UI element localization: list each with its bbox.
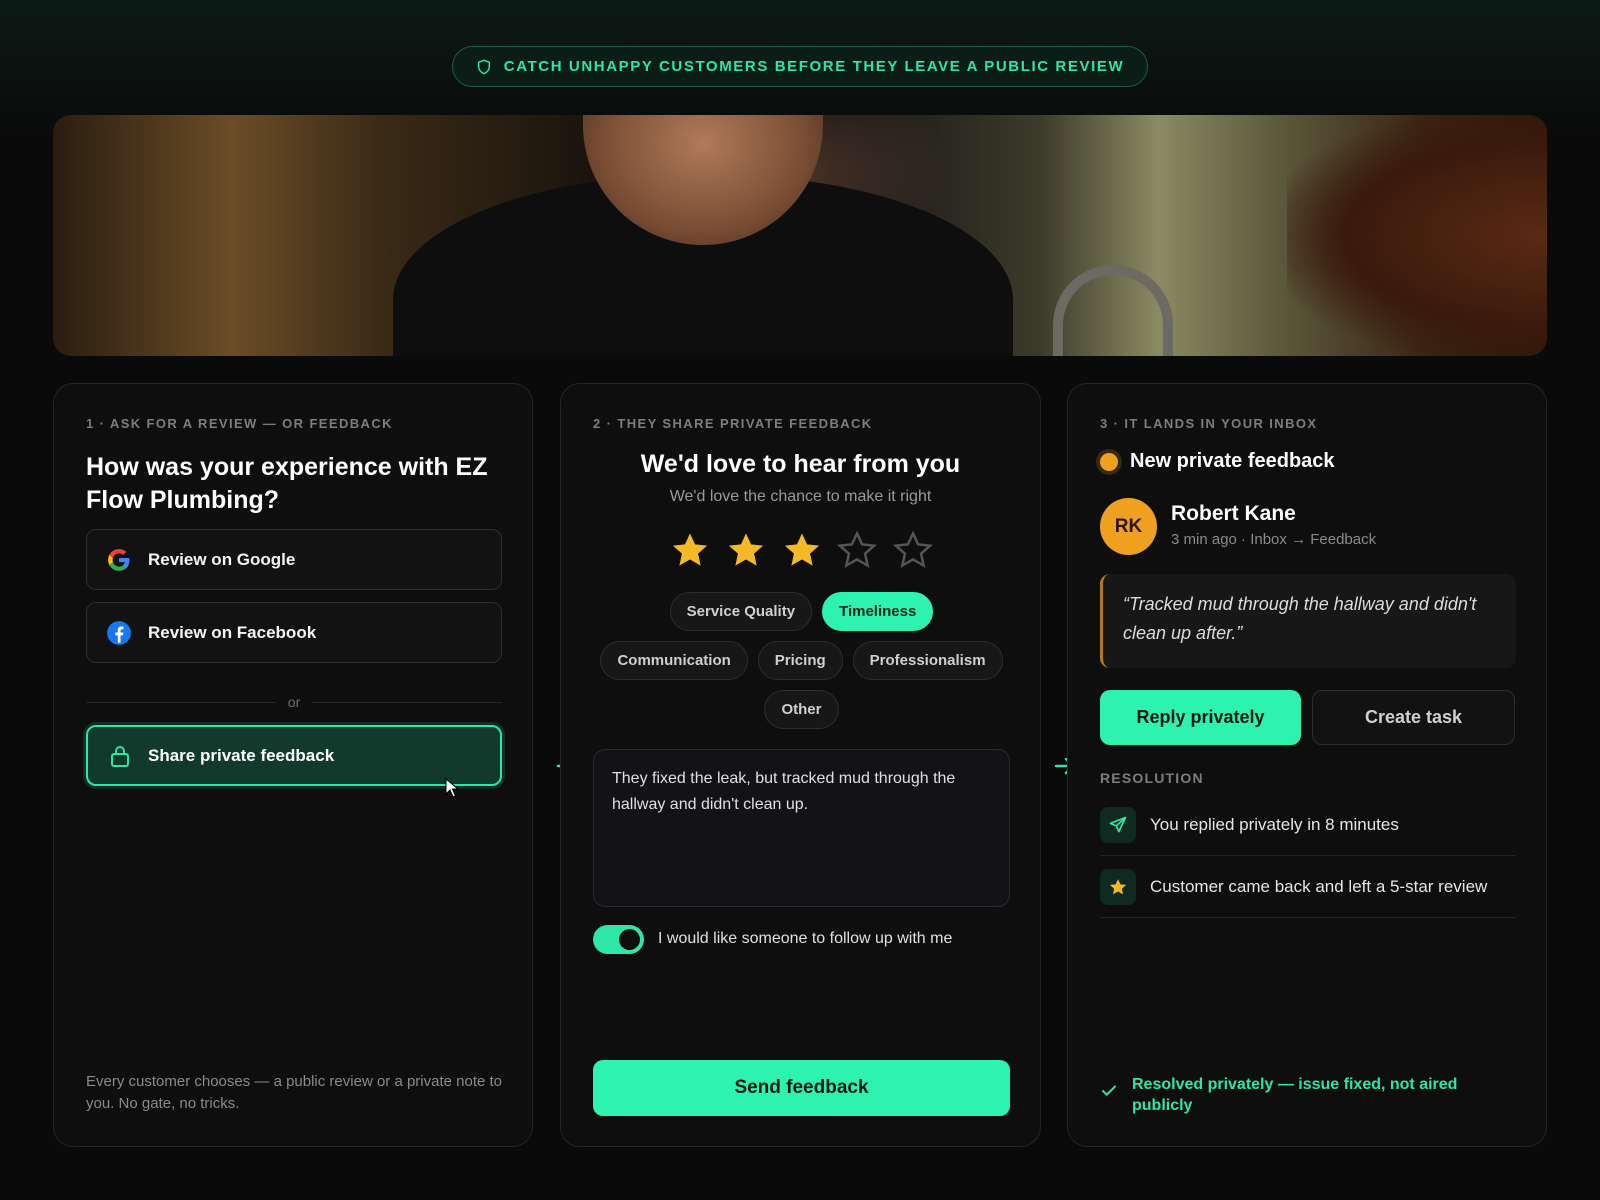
notification-title: New private feedback xyxy=(1130,450,1335,472)
review-facebook-button[interactable]: Review on Facebook xyxy=(86,602,502,663)
create-task-button[interactable]: Create task xyxy=(1312,690,1515,745)
category-chips: Service Quality Timeliness Communication Pr… xyxy=(593,592,1010,729)
resolution-item: Customer came back and left a 5-star rev… xyxy=(1100,856,1516,918)
step2-card: 2 · THEY SHARE PRIVATE FEEDBACK We'd lov… xyxy=(560,383,1041,1147)
review-google-button[interactable]: Review on Google xyxy=(86,529,502,590)
star-empty-icon[interactable] xyxy=(892,529,934,571)
feedback-quote: “Tracked mud through the hallway and did… xyxy=(1100,574,1516,668)
follow-up-label: I would like someone to follow up with m… xyxy=(658,930,953,947)
step3-label: 3 · IT LANDS IN YOUR INBOX xyxy=(1100,416,1318,431)
new-feedback-notification: New private feedback xyxy=(1100,450,1335,473)
feedback-subtitle: We'd love the chance to make it right xyxy=(669,488,932,505)
step3-card: 3 · IT LANDS IN YOUR INBOX New private f… xyxy=(1067,383,1547,1147)
share-private-label: Share private feedback xyxy=(148,745,335,765)
google-icon xyxy=(108,548,130,571)
resolution-text: Customer came back and left a 5-star rev… xyxy=(1150,876,1488,896)
hero-faucet xyxy=(1053,265,1173,356)
category-chip[interactable]: Professionalism xyxy=(852,641,1003,680)
message-meta: 3 min ago · Inbox → Feedback xyxy=(1171,531,1377,548)
category-chip[interactable]: Other xyxy=(764,690,839,729)
or-text: or xyxy=(287,694,301,710)
banner-text: CATCH UNHAPPY CUSTOMERS BEFORE THEY LEAV… xyxy=(503,58,1125,75)
star-rating[interactable] xyxy=(669,529,934,575)
step1-footnote: Every customer chooses — a public review… xyxy=(86,1073,503,1112)
feedback-textarea[interactable]: They fixed the leak, but tracked mud thr… xyxy=(593,749,1010,907)
category-chip[interactable]: Timeliness xyxy=(822,592,934,631)
check-icon xyxy=(1102,1085,1116,1096)
lock-icon xyxy=(111,745,129,767)
star-filled-icon[interactable] xyxy=(781,529,823,571)
follow-up-toggle[interactable] xyxy=(593,924,644,954)
facebook-icon xyxy=(107,620,131,645)
resolved-text: Resolved privately — issue fixed, not ai… xyxy=(1132,1076,1458,1114)
avatar: RK xyxy=(1100,498,1157,555)
cursor-icon xyxy=(445,778,460,798)
resolution-text: You replied privately in 8 minutes xyxy=(1150,814,1399,834)
star-empty-icon[interactable] xyxy=(836,529,878,571)
follow-up-row: I would like someone to follow up with m… xyxy=(593,924,1010,954)
resolution-label: RESOLUTION xyxy=(1100,770,1204,786)
send-icon xyxy=(1109,816,1127,832)
reply-privately-button[interactable]: Reply privately xyxy=(1100,690,1301,745)
hero-customer xyxy=(1287,115,1547,356)
banner-pill: CATCH UNHAPPY CUSTOMERS BEFORE THEY LEAV… xyxy=(452,46,1148,87)
hero-photo xyxy=(53,115,1547,356)
step2-label: 2 · THEY SHARE PRIVATE FEEDBACK xyxy=(593,416,873,431)
feedback-title: We'd love to hear from you xyxy=(640,450,961,478)
step1-title: How was your experience with EZ Flow Plu… xyxy=(86,453,488,514)
step1-label: 1 · ASK FOR A REVIEW — OR FEEDBACK xyxy=(86,416,393,431)
or-divider: or xyxy=(86,692,503,712)
send-feedback-button[interactable]: Send feedback xyxy=(593,1060,1010,1116)
category-chip[interactable]: Communication xyxy=(600,641,748,680)
customer-name: Robert Kane xyxy=(1171,502,1296,525)
resolved-status: Resolved privately — issue fixed, not ai… xyxy=(1100,1074,1516,1116)
category-chip[interactable]: Pricing xyxy=(757,641,843,680)
star-icon xyxy=(1109,878,1127,894)
step1-card: 1 · ASK FOR A REVIEW — OR FEEDBACK How w… xyxy=(53,383,533,1147)
resolution-item: You replied privately in 8 minutes xyxy=(1100,794,1516,856)
share-private-feedback-button[interactable]: Share private feedback xyxy=(86,725,502,786)
star-filled-icon[interactable] xyxy=(725,529,767,571)
shield-icon xyxy=(477,59,490,74)
unread-dot xyxy=(1100,452,1118,471)
review-facebook-label: Review on Facebook xyxy=(148,622,317,642)
category-chip[interactable]: Service Quality xyxy=(669,592,813,631)
review-google-label: Review on Google xyxy=(148,549,296,569)
star-filled-icon[interactable] xyxy=(669,529,711,571)
